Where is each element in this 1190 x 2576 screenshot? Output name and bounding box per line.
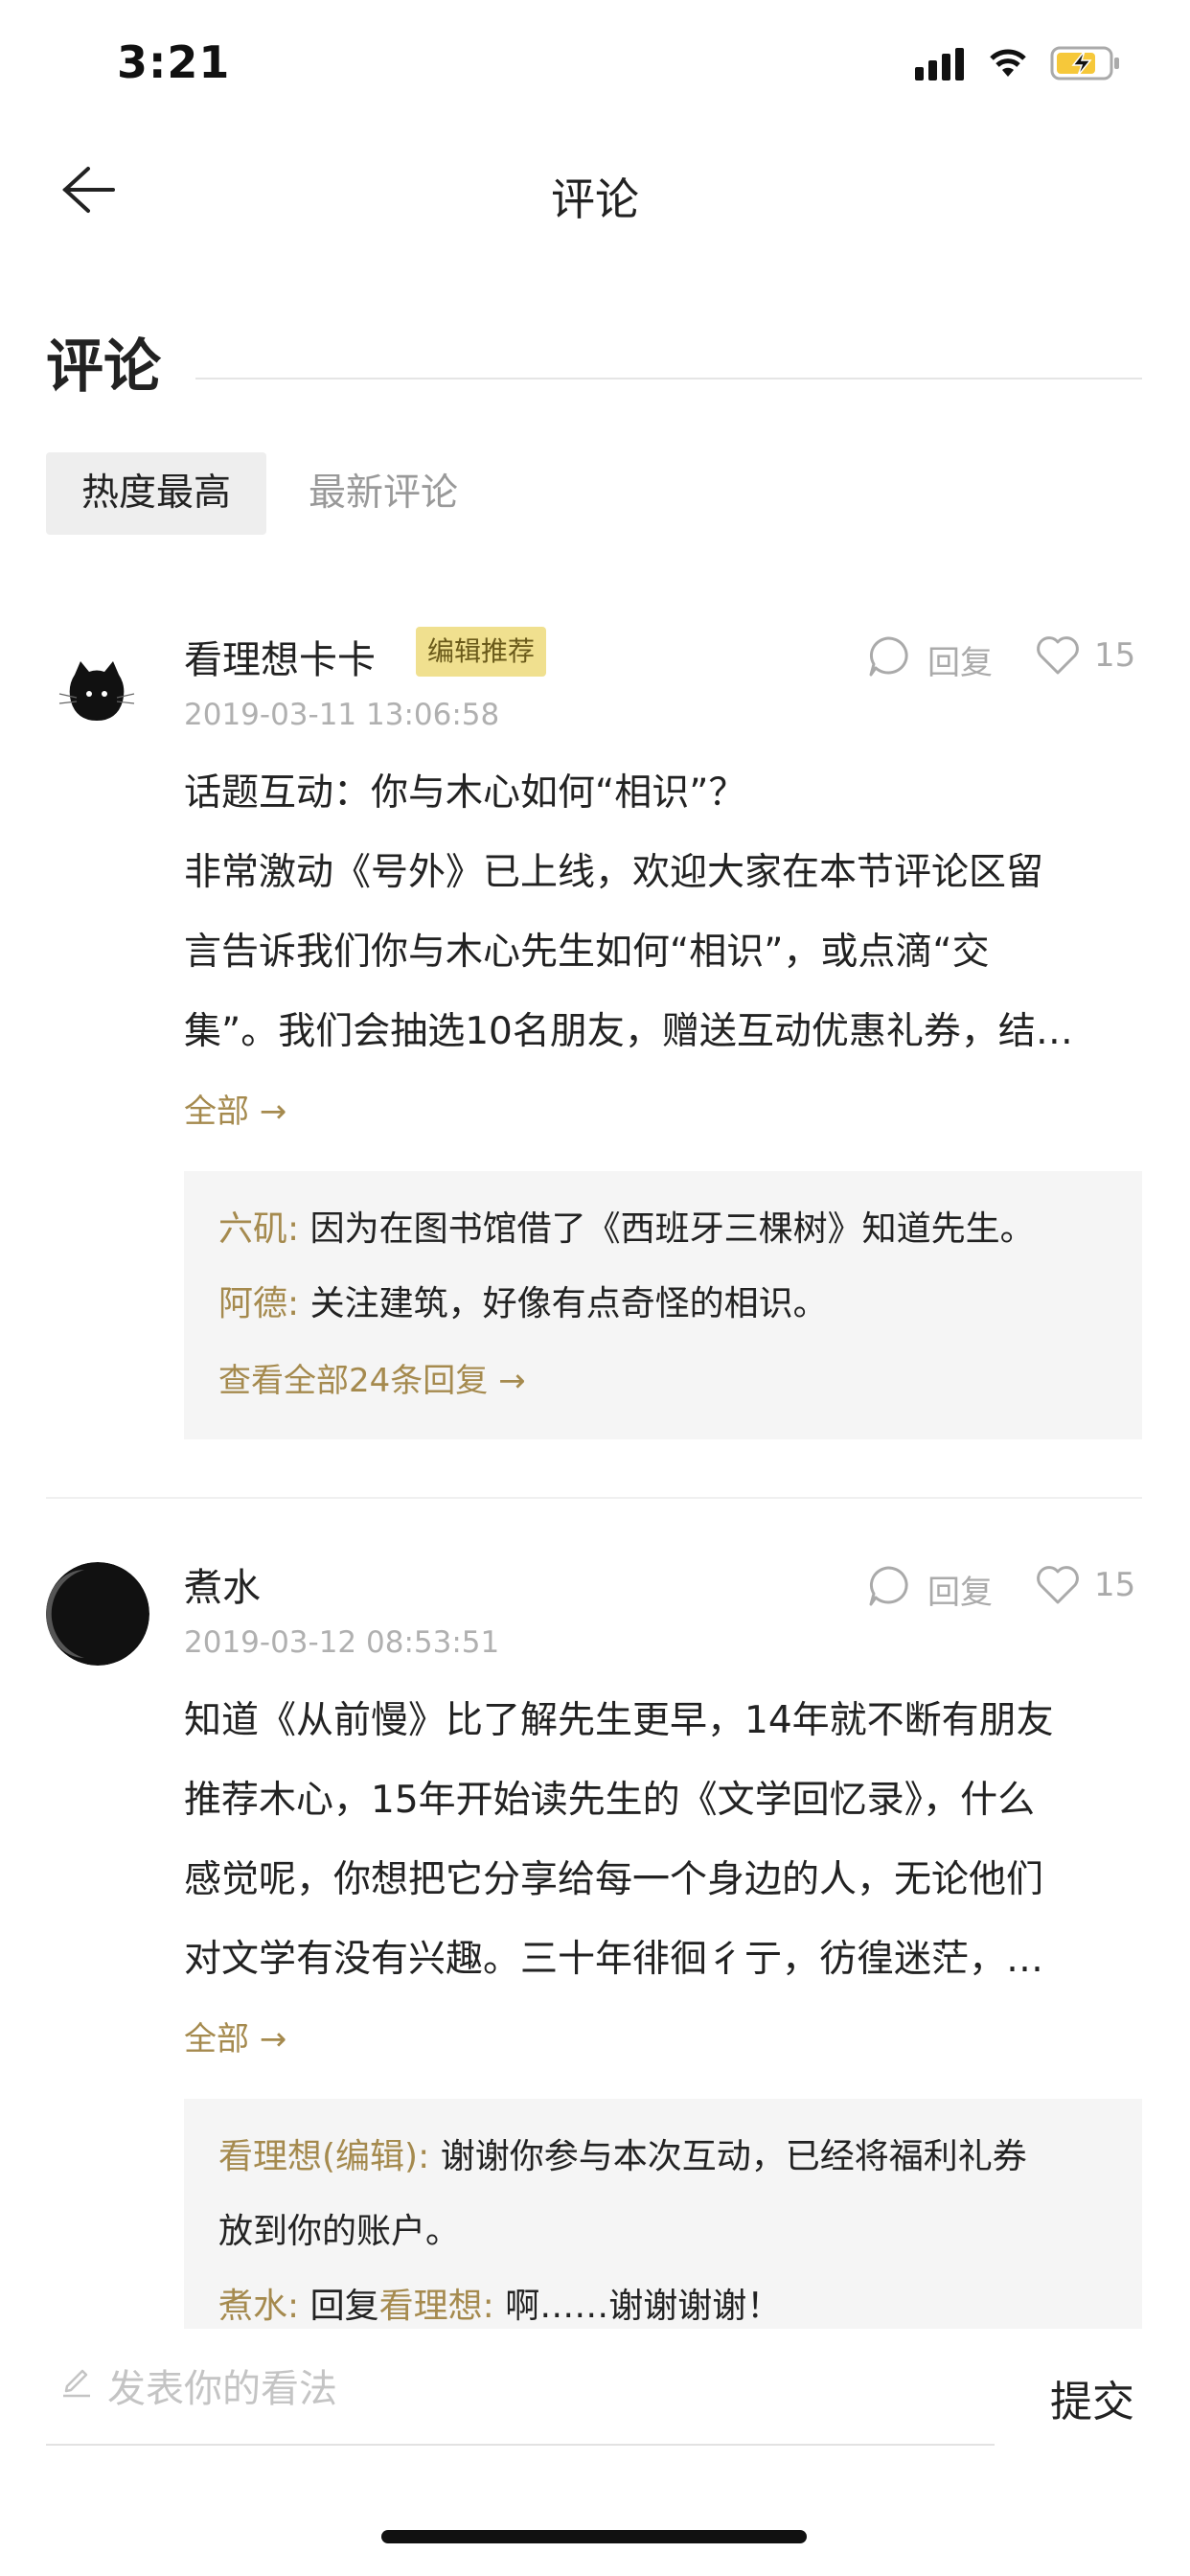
reply-item[interactable]: 看理想(编辑): 谢谢你参与本次互动，已经将福利礼券 <box>218 2120 1027 2195</box>
submit-button[interactable]: 提交 <box>1050 2367 1134 2428</box>
like-count: 15 <box>1094 1566 1136 1604</box>
reply-item-continued: 放到你的账户。 <box>218 2212 461 2251</box>
avatar-cat-icon[interactable] <box>56 654 138 730</box>
home-indicator[interactable] <box>381 2530 807 2543</box>
reply-author[interactable]: 阿德: <box>218 1284 299 1323</box>
comment-line: 知道《从前慢》比了解先生更早，14年就不断有朋友 <box>184 1699 1054 1742</box>
comment-timestamp: 2019-03-12 08:53:51 <box>184 1625 500 1660</box>
view-all-replies-link[interactable]: 查看全部24条回复 → <box>218 1344 526 1418</box>
status-time: 3:21 <box>117 36 231 88</box>
comment-line: 非常激动《号外》已上线，欢迎大家在本节评论区留 <box>184 851 1044 894</box>
expand-comment-link[interactable]: 全部 → <box>184 2012 286 2059</box>
reply-author[interactable]: 煮水: <box>218 2287 299 2326</box>
comment-line: 推荐木心，15年开始读先生的《文学回忆录》，什么 <box>184 1779 1036 1822</box>
comment-line: 集”。我们会抽选10名朋友，赠送互动优惠礼券，结… <box>184 1010 1073 1053</box>
reply-text: 因为在图书馆借了《西班牙三棵树》知道先生。 <box>309 1209 1035 1249</box>
comment-line: 言告诉我们你与木心先生如何“相识”，或点滴“交 <box>184 931 990 974</box>
comment-timestamp: 2019-03-11 13:06:58 <box>184 698 500 732</box>
heart-icon[interactable] <box>1035 1564 1081 1606</box>
battery-charging-icon <box>1050 46 1119 80</box>
reply-author[interactable]: 看理想(编辑): <box>218 2137 429 2176</box>
comment-line: 话题互动：你与木心如何“相识”？ <box>184 771 746 815</box>
reply-item[interactable]: 阿德: 关注建筑，好像有点奇怪的相识。 <box>218 1267 828 1342</box>
reply-box: 看理想(编辑): 谢谢你参与本次互动，已经将福利礼券 放到你的账户。 煮水: 回… <box>184 2099 1142 2348</box>
reply-prefix: 回复 <box>299 2287 379 2326</box>
reply-button[interactable]: 回复 <box>927 1566 993 1613</box>
tab-latest[interactable]: 最新评论 <box>309 452 458 535</box>
pencil-icon <box>63 2369 90 2398</box>
reply-target[interactable]: 看理想: <box>379 2287 494 2326</box>
comment-body: 话题互动：你与木心如何“相识”？ 非常激动《号外》已上线，欢迎大家在本节评论区留… <box>184 753 1142 1071</box>
reply-button[interactable]: 回复 <box>927 636 993 683</box>
reply-box: 六矶: 因为在图书馆借了《西班牙三棵树》知道先生。 阿德: 关注建筑，好像有点奇… <box>184 1171 1142 1439</box>
like-count: 15 <box>1094 636 1136 675</box>
reply-text: 关注建筑，好像有点奇怪的相识。 <box>309 1284 828 1323</box>
heart-icon[interactable] <box>1035 634 1081 677</box>
comment-input[interactable]: 发表你的看法 <box>107 2358 337 2413</box>
comment-line: 感觉呢，你想把它分享给每一个身边的人，无论他们 <box>184 1858 1044 1901</box>
comment-username[interactable]: 看理想卡卡 <box>184 629 376 684</box>
input-underline <box>46 2444 995 2446</box>
cellular-signal-icon <box>915 48 964 80</box>
reply-item[interactable]: 六矶: 因为在图书馆借了《西班牙三棵树》知道先生。 <box>218 1192 1035 1267</box>
wifi-icon <box>990 49 1026 77</box>
comment-body: 知道《从前慢》比了解先生更早，14年就不断有朋友 推荐木心，15年开始读先生的《… <box>184 1681 1142 1999</box>
comment-bubble-icon[interactable] <box>866 1564 910 1608</box>
section-title: 评论 <box>46 334 161 401</box>
comment-bubble-icon[interactable] <box>866 634 910 678</box>
reply-author[interactable]: 六矶: <box>218 1209 299 1249</box>
comment-username[interactable]: 煮水 <box>184 1556 261 1612</box>
reply-text: 谢谢你参与本次互动，已经将福利礼券 <box>440 2137 1027 2176</box>
nav-title: 评论 <box>551 173 639 225</box>
reply-text: 啊……谢谢谢谢！ <box>505 2287 782 2326</box>
comment-line: 对文学有没有兴趣。三十年徘徊彳亍，彷徨迷茫，… <box>184 1938 1044 1981</box>
avatar-moon-icon[interactable] <box>46 1562 149 1666</box>
tab-hottest[interactable]: 热度最高 <box>46 452 266 535</box>
editor-pick-badge: 编辑推荐 <box>416 627 547 677</box>
comment-divider <box>46 1497 1142 1499</box>
expand-comment-link[interactable]: 全部 → <box>184 1085 286 1132</box>
section-divider <box>195 378 1142 380</box>
